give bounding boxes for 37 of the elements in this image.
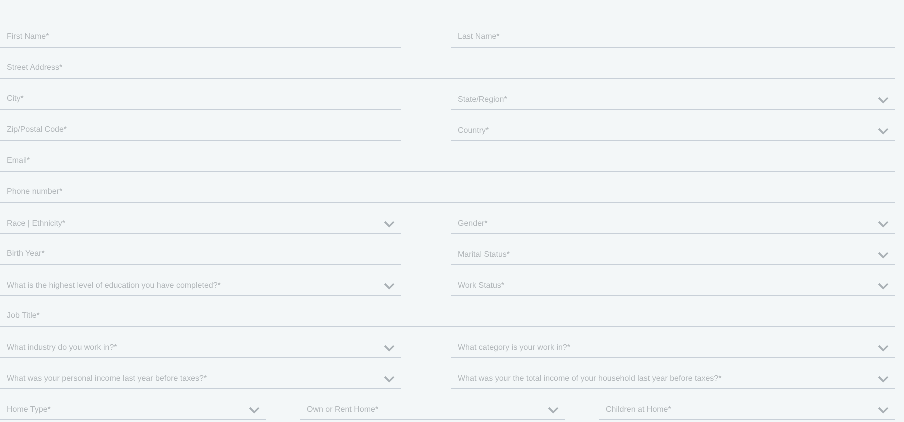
input-field[interactable]: Street Address*	[0, 48, 895, 79]
dropdown-field[interactable]: Gender*	[451, 203, 895, 234]
input-field[interactable]: City*	[0, 79, 401, 110]
dropdown-field[interactable]: Marital Status*	[451, 234, 895, 265]
input-field[interactable]: Phone number*	[0, 172, 895, 203]
chevron-down-icon	[878, 252, 889, 259]
chevron-down-icon	[384, 221, 395, 228]
dropdown-field[interactable]: Own or Rent Home*	[300, 389, 565, 420]
dropdown-field[interactable]: What is the highest level of education you have completed?*	[0, 265, 401, 296]
chevron-down-icon	[249, 407, 260, 414]
dropdown-field[interactable]: Children at Home*	[599, 389, 895, 420]
chevron-down-icon	[384, 345, 395, 352]
input-field[interactable]: First Name*	[0, 17, 401, 48]
dropdown-field[interactable]: Work Status*	[451, 265, 895, 296]
input-field[interactable]: Last Name*	[451, 17, 895, 48]
chevron-down-icon	[878, 376, 889, 383]
input-field[interactable]: Job Title*	[0, 296, 895, 327]
chevron-down-icon	[878, 221, 889, 228]
dropdown-field[interactable]: Home Type*	[0, 389, 266, 420]
chevron-down-icon	[878, 407, 889, 414]
dropdown-field[interactable]: Race | Ethnicity*	[0, 203, 401, 234]
dropdown-field[interactable]: What industry do you work in?*	[0, 327, 401, 358]
chevron-down-icon	[384, 376, 395, 383]
input-field[interactable]: Email*	[0, 141, 895, 172]
dropdown-field[interactable]: What was your the total income of your household last year before taxes?*	[451, 358, 895, 389]
dropdown-field[interactable]: What category is your work in?*	[451, 327, 895, 358]
input-field[interactable]: Birth Year*	[0, 234, 401, 265]
dropdown-field[interactable]: State/Region*	[451, 79, 895, 110]
dropdown-field[interactable]: Country*	[451, 110, 895, 141]
input-field[interactable]: Zip/Postal Code*	[0, 110, 401, 141]
chevron-down-icon	[878, 283, 889, 290]
chevron-down-icon	[878, 97, 889, 104]
chevron-down-icon	[878, 345, 889, 352]
chevron-down-icon	[878, 128, 889, 135]
chevron-down-icon	[548, 407, 559, 414]
chevron-down-icon	[384, 283, 395, 290]
dropdown-field[interactable]: What was your personal income last year before taxes?*	[0, 358, 401, 389]
